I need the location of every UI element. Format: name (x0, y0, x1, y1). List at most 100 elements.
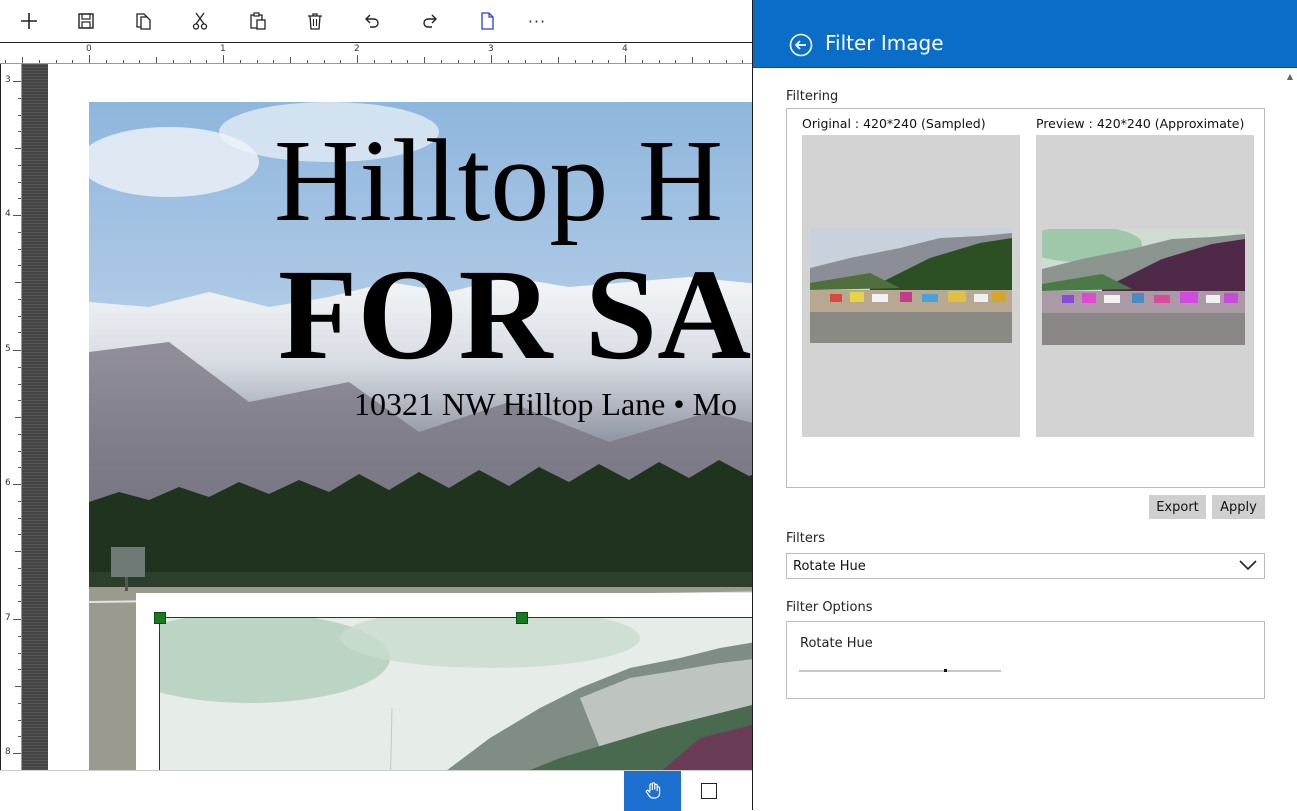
undo-icon[interactable] (358, 8, 386, 34)
bottom-toolbar (0, 770, 752, 811)
panel-header: Filter Image (753, 0, 1297, 68)
ruler-tick (18, 164, 21, 166)
rotate-hue-slider[interactable] (799, 670, 1001, 672)
ruler-tick (5, 60, 7, 63)
preview-thumbnail (1042, 229, 1245, 345)
ruler-tick (474, 60, 476, 63)
ruler-tick (15, 417, 21, 418)
slider-thumb[interactable] (944, 669, 948, 672)
back-arrow-icon[interactable] (789, 33, 813, 57)
filtering-label: Filtering (786, 89, 839, 104)
pan-tool-button[interactable] (624, 771, 681, 811)
vertical-ruler: 3 4 5 6 7 8 (0, 64, 22, 770)
ruler-tick (18, 400, 21, 402)
ruler-tick (189, 60, 191, 63)
more-options-button[interactable]: ··· (523, 8, 551, 34)
ruler-tick (18, 584, 21, 586)
resize-handle-top-center[interactable] (516, 612, 528, 624)
selected-filter-value: Rotate Hue (793, 559, 866, 574)
ruler-tick (591, 60, 593, 63)
ruler-label: 3 (488, 44, 494, 54)
ruler-tick (256, 60, 258, 63)
ruler-tick (156, 57, 157, 63)
ruler-tick (340, 60, 342, 63)
ruler-tick (608, 60, 610, 63)
ruler-tick (89, 55, 90, 63)
resize-handle-top-left[interactable] (154, 612, 166, 624)
ruler-label: 0 (86, 44, 92, 54)
ruler-tick (675, 60, 677, 63)
ruler-tick (15, 148, 21, 149)
ruler-tick (18, 601, 21, 603)
ruler-tick (273, 60, 275, 63)
ruler-tick (13, 619, 21, 620)
ruler-tick (18, 248, 21, 250)
ruler-tick (323, 60, 325, 63)
ruler-tick (306, 60, 308, 63)
ruler-tick (725, 60, 727, 63)
filter-options-label: Filter Options (786, 600, 873, 615)
ruler-tick (13, 484, 21, 485)
ruler-tick (13, 350, 21, 351)
filtered-mountain-image (160, 618, 752, 770)
ruler-tick (524, 60, 526, 63)
ruler-label: 6 (5, 478, 11, 488)
export-button[interactable]: Export (1149, 495, 1206, 519)
ruler-tick (18, 567, 21, 569)
ruler-tick (541, 60, 543, 63)
ruler-tick (373, 60, 375, 63)
document-canvas[interactable]: Hilltop H FOR SA 10321 NW Hilltop Lane •… (22, 64, 752, 770)
ruler-tick (18, 366, 21, 368)
filter-select[interactable]: Rotate Hue (786, 553, 1265, 579)
filter-image-panel: Filter Image ▲ Filtering Original : 420*… (752, 0, 1297, 810)
ruler-tick (18, 315, 21, 317)
ruler-tick (658, 60, 660, 63)
ruler-tick (13, 215, 21, 216)
ruler-tick (457, 60, 459, 63)
apply-button[interactable]: Apply (1212, 495, 1265, 519)
panel-scrollbar[interactable] (1283, 68, 1297, 810)
ruler-tick (38, 60, 40, 63)
ruler-tick (139, 60, 141, 63)
ruler-tick (18, 332, 21, 334)
ruler-tick (18, 97, 21, 99)
poster-address[interactable]: 10321 NW Hilltop Lane • Mo (354, 388, 737, 420)
chevron-down-icon (1239, 560, 1257, 571)
delete-icon[interactable] (301, 8, 329, 34)
save-icon[interactable] (72, 8, 100, 34)
ruler-tick (18, 534, 21, 536)
ruler-tick (641, 60, 643, 63)
ruler-tick (18, 131, 21, 133)
ruler-tick (357, 55, 358, 63)
original-caption: Original : 420*240 (Sampled) (802, 116, 986, 131)
selected-filtered-image[interactable] (159, 617, 752, 770)
ruler-tick (18, 517, 21, 519)
scroll-up-arrow-icon[interactable]: ▲ (1287, 72, 1293, 81)
ruler-label: 5 (5, 344, 11, 354)
cut-icon[interactable] (186, 8, 214, 34)
poster-subtitle[interactable]: FOR SA (278, 250, 751, 380)
original-thumbnail (810, 228, 1012, 343)
ruler-tick (13, 753, 21, 754)
ruler-label: 1 (220, 44, 226, 54)
ruler-tick (18, 635, 21, 637)
redo-icon[interactable] (416, 8, 444, 34)
ruler-tick (18, 652, 21, 654)
ruler-tick (692, 57, 693, 63)
ruler-tick (424, 57, 425, 63)
ruler-tick (122, 60, 124, 63)
add-icon[interactable] (15, 8, 43, 34)
selection-tool-button[interactable] (701, 783, 717, 799)
copy-icon[interactable] (129, 8, 157, 34)
paste-icon[interactable] (244, 8, 272, 34)
hand-pointer-icon (645, 782, 660, 799)
poster-title[interactable]: Hilltop H (274, 122, 723, 240)
ruler-tick (742, 60, 744, 63)
filtering-preview-box: Original : 420*240 (Sampled) Preview : 4… (786, 108, 1265, 488)
ruler-label: 8 (5, 747, 11, 757)
ruler-tick (390, 60, 392, 63)
page-icon[interactable] (473, 8, 501, 34)
ruler-tick (558, 57, 559, 63)
ruler-tick (13, 81, 21, 82)
filters-label: Filters (786, 531, 825, 546)
